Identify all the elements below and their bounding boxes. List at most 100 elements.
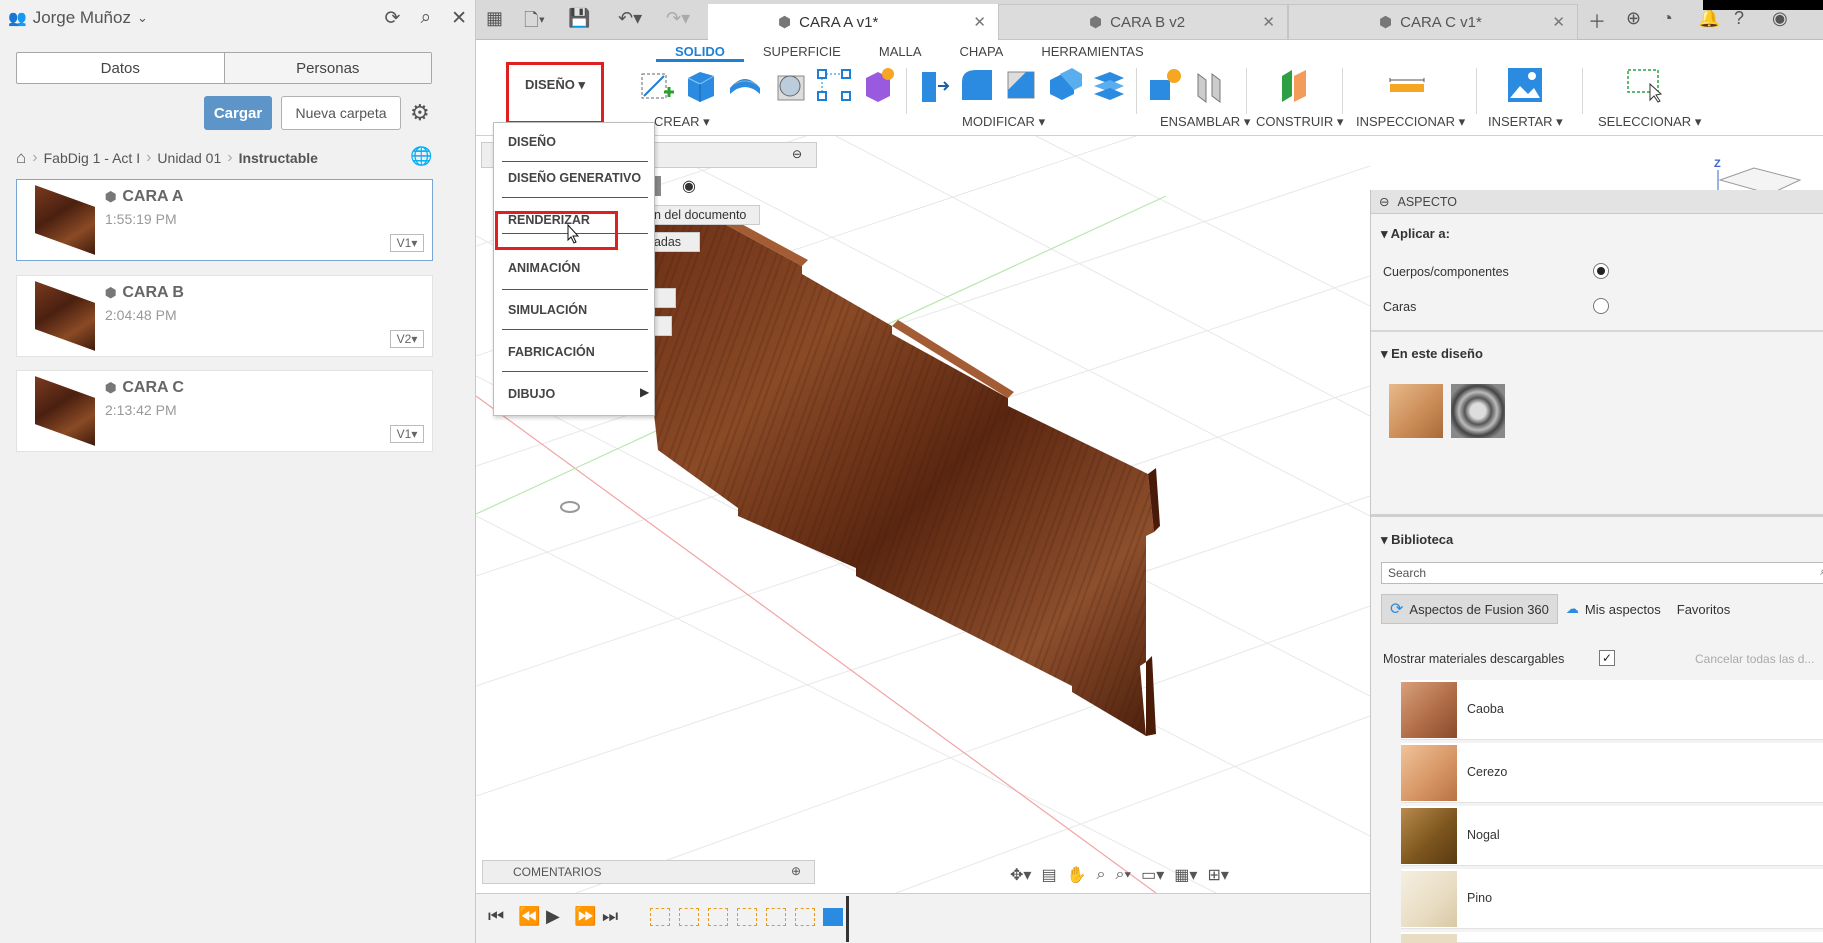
tab-datos[interactable]: Datos bbox=[17, 53, 224, 83]
collapse-icon[interactable]: ⊖ bbox=[792, 147, 802, 161]
timeline-marker[interactable] bbox=[846, 896, 849, 942]
user-menu[interactable]: 👥 Jorge Muñoz ⌄ bbox=[8, 8, 148, 28]
tab-my-appearances[interactable]: ☁ Mis aspectos bbox=[1558, 594, 1669, 624]
sweep-icon[interactable] bbox=[770, 66, 808, 104]
chamfer-icon[interactable] bbox=[1002, 66, 1040, 104]
press-pull-icon[interactable] bbox=[914, 66, 952, 104]
version-dropdown[interactable]: V2 ▾ bbox=[390, 330, 424, 348]
extrude-icon[interactable] bbox=[682, 66, 720, 104]
home-icon[interactable]: ⌂ bbox=[16, 148, 26, 168]
close-icon[interactable]: ✕ bbox=[1262, 13, 1275, 31]
group-ensamblar[interactable]: ENSAMBLAR ▾ bbox=[1160, 114, 1250, 130]
fit-icon[interactable]: ⌕▾ bbox=[1115, 866, 1131, 884]
measure-icon[interactable] bbox=[1388, 66, 1426, 104]
step-forward-icon[interactable]: ⏩ bbox=[574, 906, 596, 927]
library-heading[interactable]: ▾ Biblioteca bbox=[1381, 532, 1453, 548]
menu-item-fabricacion[interactable]: FABRICACIÓN bbox=[508, 345, 595, 359]
play-icon[interactable]: ▶ bbox=[546, 906, 560, 927]
look-at-icon[interactable]: ▤ bbox=[1041, 865, 1056, 885]
redo-icon[interactable]: ↷▾ bbox=[666, 8, 690, 29]
menu-item-simulacion[interactable]: SIMULACIÓN bbox=[508, 303, 587, 317]
radio-icon[interactable]: ◉ bbox=[682, 176, 696, 196]
pattern-icon[interactable] bbox=[816, 66, 854, 104]
revolve-icon[interactable] bbox=[726, 66, 764, 104]
radio-faces[interactable] bbox=[1593, 298, 1609, 314]
material-row[interactable]: Caoba bbox=[1401, 680, 1823, 740]
fillet-icon[interactable] bbox=[958, 66, 996, 104]
pan-icon[interactable]: ✋ bbox=[1067, 865, 1087, 885]
create-sketch-icon[interactable] bbox=[638, 66, 676, 104]
step-back-icon[interactable]: ⏪ bbox=[518, 906, 540, 927]
group-modificar[interactable]: MODIFICAR ▾ bbox=[962, 114, 1045, 130]
timeline-feature[interactable] bbox=[766, 908, 786, 926]
construct-plane-icon[interactable] bbox=[1276, 66, 1314, 104]
cancel-all-link[interactable]: Cancelar todas las d... bbox=[1695, 652, 1814, 666]
radio-bodies[interactable] bbox=[1593, 263, 1609, 279]
save-icon[interactable]: 💾 bbox=[568, 8, 590, 29]
material-row[interactable]: Pino bbox=[1401, 869, 1823, 929]
menu-item-diseno[interactable]: DISEÑO bbox=[508, 135, 556, 149]
joint-icon[interactable] bbox=[1190, 66, 1228, 104]
refresh-icon[interactable]: ⟳ bbox=[385, 7, 401, 30]
material-row[interactable]: Nogal bbox=[1401, 806, 1823, 866]
tab-fusion-appearances[interactable]: ⟳ Aspectos de Fusion 360 bbox=[1381, 594, 1558, 624]
menu-item-dibujo[interactable]: DIBUJO bbox=[508, 387, 555, 401]
search-icon[interactable]: ⌕ bbox=[420, 7, 431, 30]
tab-cara-c[interactable]: ⬢ CARA C v1* ✕ bbox=[1288, 4, 1578, 40]
material-row[interactable]: Cerezo bbox=[1401, 743, 1823, 803]
globe-icon[interactable]: 🌐 bbox=[410, 146, 432, 167]
tab-solido[interactable]: SOLIDO bbox=[656, 42, 744, 62]
file-card[interactable]: ⬢ CARA A 1:55:19 PM V1 ▾ bbox=[16, 179, 433, 261]
insert-image-icon[interactable] bbox=[1506, 66, 1544, 104]
file-card[interactable]: ⬢ CARA C 2:13:42 PM V1 ▾ bbox=[16, 370, 433, 452]
collapse-icon[interactable]: ⊖ bbox=[1379, 194, 1389, 209]
timeline-feature[interactable] bbox=[650, 908, 670, 926]
workspace-switcher[interactable]: DISEÑO ▾ bbox=[506, 62, 604, 124]
new-tab-icon[interactable]: ＋ bbox=[1588, 8, 1606, 34]
tab-herramientas[interactable]: HERRAMIENTAS bbox=[1022, 42, 1162, 62]
appearance-swatch-wood[interactable] bbox=[1389, 384, 1443, 438]
help-icon[interactable]: ? bbox=[1734, 8, 1744, 29]
group-inspeccionar[interactable]: INSPECCIONAR ▾ bbox=[1356, 114, 1465, 130]
add-comment-icon[interactable]: ⊕ bbox=[791, 864, 801, 878]
select-icon[interactable] bbox=[1626, 66, 1664, 104]
notifications-icon[interactable]: 🔔 bbox=[1698, 8, 1720, 29]
apply-to-heading[interactable]: ▾ Aplicar a: bbox=[1381, 226, 1450, 242]
job-status-icon[interactable]: ◔ bbox=[1662, 8, 1673, 29]
group-insertar[interactable]: INSERTAR ▾ bbox=[1488, 114, 1563, 130]
tab-cara-b[interactable]: ⬢ CARA B v2 ✕ bbox=[998, 4, 1288, 40]
close-icon[interactable]: ✕ bbox=[451, 7, 467, 30]
tab-cara-a[interactable]: ⬢ CARA A v1* ✕ bbox=[708, 4, 998, 40]
new-component-icon[interactable] bbox=[1146, 66, 1184, 104]
grid-settings-icon[interactable]: ▦▾ bbox=[1174, 865, 1197, 885]
viewports-icon[interactable]: ⊞▾ bbox=[1207, 865, 1228, 885]
tab-superficie[interactable]: SUPERFICIE bbox=[744, 42, 860, 62]
breadcrumb-item[interactable]: FabDig 1 - Act I bbox=[44, 150, 140, 166]
timeline-feature[interactable] bbox=[737, 908, 757, 926]
extensions-icon[interactable]: ⊕ bbox=[1626, 8, 1641, 29]
timeline-feature[interactable] bbox=[679, 908, 699, 926]
tab-personas[interactable]: Personas bbox=[223, 53, 431, 83]
show-downloadable-checkbox[interactable]: ✓ bbox=[1599, 650, 1615, 666]
upload-button[interactable]: Cargar bbox=[204, 96, 272, 130]
tab-favorites[interactable]: Favoritos bbox=[1669, 594, 1738, 624]
version-dropdown[interactable]: V1 ▾ bbox=[390, 425, 424, 443]
timeline-feature[interactable] bbox=[823, 908, 843, 926]
form-icon[interactable] bbox=[860, 66, 898, 104]
gear-icon[interactable]: ⚙ bbox=[410, 100, 430, 126]
account-icon[interactable]: ◉ bbox=[1772, 8, 1788, 29]
display-settings-icon[interactable]: ▭▾ bbox=[1141, 865, 1164, 885]
combine-icon[interactable] bbox=[1046, 66, 1084, 104]
offset-face-icon[interactable] bbox=[1090, 66, 1128, 104]
new-folder-button[interactable]: Nueva carpeta bbox=[281, 96, 401, 130]
tab-malla[interactable]: MALLA bbox=[860, 42, 941, 62]
go-end-icon[interactable]: ⏭ bbox=[602, 906, 618, 927]
menu-item-diseno-generativo[interactable]: DISEÑO GENERATIVO bbox=[508, 171, 641, 185]
comments-bar[interactable]: COMENTARIOS ⊕ bbox=[482, 860, 815, 884]
appearance-swatch-metal[interactable] bbox=[1451, 384, 1505, 438]
file-icon[interactable]: 🗋▾ bbox=[524, 8, 545, 38]
menu-item-animacion[interactable]: ANIMACIÓN bbox=[508, 261, 580, 275]
file-card[interactable]: ⬢ CARA B 2:04:48 PM V2 ▾ bbox=[16, 275, 433, 357]
timeline-feature[interactable] bbox=[795, 908, 815, 926]
grid-menu-icon[interactable]: ▦ bbox=[486, 8, 503, 29]
